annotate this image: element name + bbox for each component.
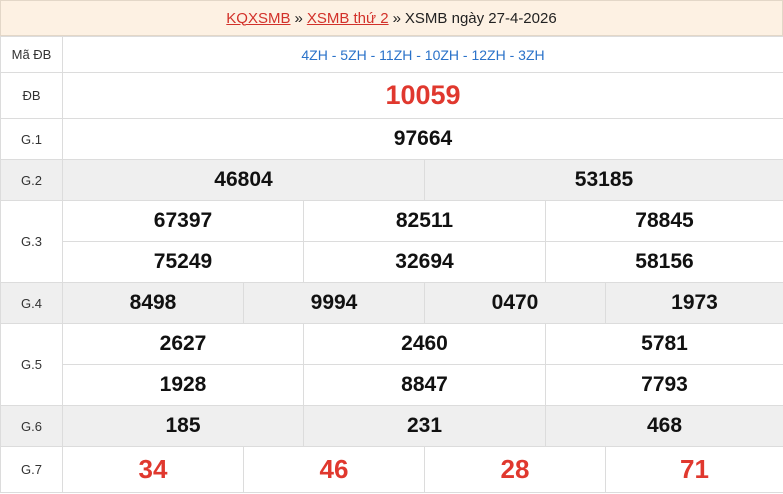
prize-number: 67397 <box>62 200 304 242</box>
prize-number: 46804 <box>62 159 425 201</box>
prize-number: 58156 <box>545 241 783 283</box>
row-g6: G.6 185 231 468 <box>0 405 783 447</box>
prize-number: 8498 <box>62 282 244 324</box>
row-g1: G.1 97664 <box>0 118 783 160</box>
prize-number: 0470 <box>424 282 606 324</box>
prize-number: 53185 <box>424 159 783 201</box>
results-table: Mã ĐB 4ZH - 5ZH - 11ZH - 10ZH - 12ZH - 3… <box>0 36 783 493</box>
prize-number: 2460 <box>303 323 546 365</box>
row-g2: G.2 46804 53185 <box>0 159 783 201</box>
row-label: Mã ĐB <box>0 36 63 73</box>
prize-number: 9994 <box>243 282 425 324</box>
prize-number: 34 <box>62 446 244 493</box>
row-label: ĐB <box>0 72 63 119</box>
row-label: G.1 <box>0 118 63 160</box>
prize-number: 231 <box>303 405 546 447</box>
prize-number: 7793 <box>545 364 783 406</box>
prize-number: 185 <box>62 405 304 447</box>
breadcrumb-current: XSMB ngày 27-4-2026 <box>404 9 557 27</box>
prize-number: 71 <box>605 446 783 493</box>
special-prize-number: 10059 <box>62 72 783 119</box>
breadcrumb-separator: » <box>294 9 303 27</box>
prize-number: 5781 <box>545 323 783 365</box>
prize-number: 46 <box>243 446 425 493</box>
breadcrumb-section-link[interactable]: XSMB thứ 2 <box>307 10 389 27</box>
prize-number: 75249 <box>62 241 304 283</box>
prize-number: 8847 <box>303 364 546 406</box>
row-db: ĐB 10059 <box>0 72 783 119</box>
prize-number: 468 <box>545 405 783 447</box>
row-g4: G.4 8498 9994 0470 1973 <box>0 282 783 324</box>
row-g5-second: 1928 8847 7793 <box>1 364 783 406</box>
prize-number: 97664 <box>62 118 783 160</box>
breadcrumb: KQXSMB » XSMB thứ 2 » XSMB ngày 27-4-202… <box>0 0 783 36</box>
row-label: G.3 <box>0 200 63 283</box>
prize-number: 32694 <box>303 241 546 283</box>
row-label: G.2 <box>0 159 63 201</box>
row-label: G.7 <box>0 446 63 493</box>
prize-number: 78845 <box>545 200 783 242</box>
row-label: G.6 <box>0 405 63 447</box>
row-g3-second: 75249 32694 58156 <box>1 241 783 283</box>
row-g7: G.7 34 46 28 71 <box>0 446 783 493</box>
breadcrumb-home-link[interactable]: KQXSMB <box>226 10 290 27</box>
row-g5: G.5 2627 2460 5781 <box>0 323 783 406</box>
prize-number: 82511 <box>303 200 546 242</box>
special-codes: 4ZH - 5ZH - 11ZH - 10ZH - 12ZH - 3ZH <box>62 36 783 73</box>
prize-number: 28 <box>424 446 606 493</box>
row-ma-db: Mã ĐB 4ZH - 5ZH - 11ZH - 10ZH - 12ZH - 3… <box>0 36 783 73</box>
row-g3: G.3 67397 82511 78845 <box>0 200 783 283</box>
row-label: G.5 <box>0 323 63 406</box>
prize-number: 1973 <box>605 282 783 324</box>
prize-number: 1928 <box>62 364 304 406</box>
prize-number: 2627 <box>62 323 304 365</box>
breadcrumb-separator: » <box>392 9 401 27</box>
row-label: G.4 <box>0 282 63 324</box>
